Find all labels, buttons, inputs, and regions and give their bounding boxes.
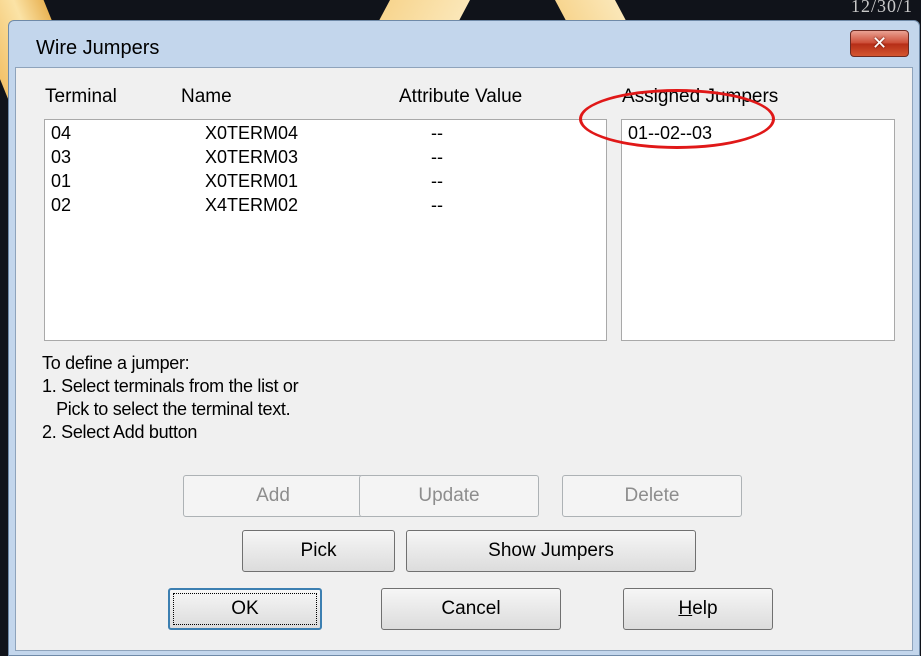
terminal-list[interactable]: 04 X0TERM04 -- 03 X0TERM03 -- 01 X0TERM0… (44, 119, 607, 341)
close-icon: ✕ (871, 33, 888, 54)
dialog-body: Terminal Name Attribute Value Assigned J… (15, 67, 913, 651)
close-button[interactable]: ✕ (850, 30, 909, 57)
value-cell: -- (431, 171, 443, 191)
ok-button[interactable]: OK (168, 588, 322, 630)
assigned-jumpers-list[interactable]: 01--02--03 (621, 119, 895, 341)
add-button[interactable]: Add (183, 475, 363, 517)
column-header-attribute-value: Attribute Value (399, 86, 523, 107)
pick-button[interactable]: Pick (242, 530, 395, 572)
column-header-name: Name (181, 86, 232, 107)
help-button-mnemonic: H (678, 598, 693, 619)
terminal-cell: 04 (51, 123, 72, 143)
show-jumpers-button[interactable]: Show Jumpers (406, 530, 696, 572)
column-header-terminal: Terminal (45, 86, 117, 107)
cancel-button[interactable]: Cancel (381, 588, 561, 630)
background-corner-text: 12/30/1 (850, 0, 913, 16)
help-button-label: elp (692, 598, 718, 619)
instruction-line: To define a jumper: (42, 353, 190, 373)
focus-rectangle (173, 593, 317, 625)
annotation-circle (579, 89, 775, 149)
value-cell: -- (431, 123, 443, 143)
title-bar[interactable]: Wire Jumpers ✕ (9, 21, 919, 67)
name-cell: X0TERM03 (205, 147, 299, 167)
terminal-cell: 02 (51, 195, 72, 215)
name-cell: X0TERM01 (205, 171, 299, 191)
terminal-cell: 03 (51, 147, 72, 167)
terminal-cell: 01 (51, 171, 72, 191)
update-button[interactable]: Update (359, 475, 539, 517)
instruction-line: 2. Select Add button (42, 422, 198, 442)
instruction-line: 1. Select terminals from the list or (42, 376, 299, 396)
wire-jumpers-dialog: Wire Jumpers ✕ Terminal Name Attribute V… (8, 20, 920, 656)
name-cell: X0TERM04 (205, 123, 299, 143)
instruction-line: Pick to select the terminal text. (42, 399, 291, 419)
name-cell: X4TERM02 (205, 195, 299, 215)
help-button[interactable]: Help (623, 588, 773, 630)
dialog-title: Wire Jumpers (36, 37, 160, 59)
value-cell: -- (431, 195, 443, 215)
delete-button[interactable]: Delete (562, 475, 742, 517)
value-cell: -- (431, 147, 443, 167)
